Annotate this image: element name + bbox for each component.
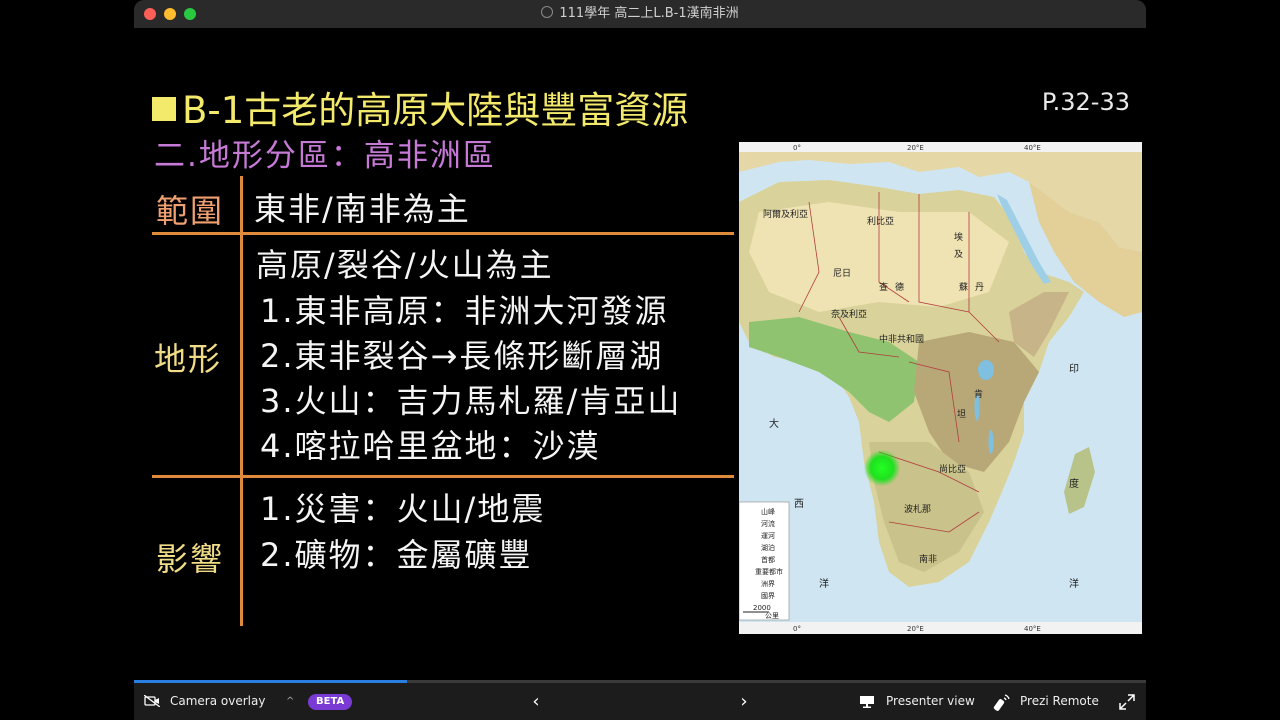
slide: B-1古老的高原大陸與豐富資源 P.32-33 二.地形分區：高非洲區 範圍 東… [134, 28, 1146, 680]
prezi-remote-button[interactable]: Prezi Remote [1020, 683, 1099, 720]
terrain-line: 2.東非裂谷→長條形斷層湖 [260, 337, 664, 375]
bullet-square-icon [152, 97, 176, 121]
map-label: 蘇 [959, 281, 968, 293]
page-reference: P.32-33 [1041, 88, 1130, 116]
presentation-window: 111學年 高二上L.B-1漢南非洲 B-1古老的高原大陸與豐富資源 P.32-… [134, 0, 1146, 720]
map-label: 查 [879, 281, 888, 293]
table-divider-vertical [240, 176, 243, 626]
laser-pointer-icon [864, 450, 900, 486]
lon-label: 20°E [907, 625, 924, 633]
map-scale-unit: 公里 [765, 612, 779, 620]
legend-item: 洲界 [761, 580, 775, 588]
map-label: 利比亞 [867, 215, 894, 227]
title-bar: 111學年 高二上L.B-1漢南非洲 [134, 0, 1146, 29]
map-label: 中非共和國 [879, 333, 924, 345]
map-graphic: 0° 20°E 40°E 0° 20°E 40°E 阿爾及利亞 利比亞 埃 及 … [739, 142, 1142, 634]
impact-line: 2.礦物：金屬礦豐 [260, 536, 533, 574]
map-label: 西 [794, 499, 804, 510]
legend-item: 河流 [761, 519, 775, 528]
map-scale: 2000 [753, 604, 771, 612]
map-label: 及 [954, 249, 963, 260]
beta-badge: BETA [308, 694, 353, 710]
chevron-up-icon[interactable]: ^ [286, 683, 294, 720]
terrain-line: 4.喀拉哈里盆地：沙漠 [260, 427, 601, 465]
terrain-line: 1.東非高原：非洲大河發源 [260, 292, 669, 330]
map-label: 度 [1069, 477, 1079, 490]
range-text: 東非/南非為主 [254, 190, 471, 228]
terrain-line: 高原/裂谷/火山為主 [256, 246, 554, 284]
legend-item: 重要都市 [755, 567, 783, 576]
map-label: 尚比亞 [939, 463, 966, 475]
map-label: 阿爾及利亞 [763, 208, 808, 220]
map-label: 大 [769, 417, 779, 430]
lon-label: 20°E [907, 144, 924, 152]
previous-slide-button[interactable]: ‹ [526, 692, 546, 712]
camera-off-icon[interactable] [144, 695, 160, 707]
impact-line: 1.災害：火山/地震 [260, 490, 546, 528]
presenter-view-button[interactable]: Presenter view [886, 683, 975, 720]
table-divider-1 [152, 232, 734, 235]
lon-label: 40°E [1024, 144, 1041, 152]
fullscreen-icon[interactable] [1119, 694, 1135, 710]
map-label: 埃 [954, 231, 963, 243]
map-label: 波札那 [904, 503, 931, 515]
legend-item: 國界 [761, 592, 775, 600]
map-label: 洋 [1069, 577, 1079, 590]
lon-label: 0° [793, 144, 801, 152]
map-label: 印 [1069, 363, 1079, 375]
lon-label: 0° [793, 625, 801, 633]
map-label: 肯 [974, 388, 983, 400]
map-label: 洋 [819, 577, 829, 590]
presenter-view-icon [860, 696, 874, 708]
slide-title: B-1古老的高原大陸與豐富資源 [152, 80, 688, 134]
next-slide-button[interactable]: › [734, 692, 754, 712]
row-label-impact: 影響 [156, 540, 225, 578]
row-label-range: 範圍 [156, 192, 225, 230]
window-title: 111學年 高二上L.B-1漢南非洲 [134, 0, 1146, 28]
terrain-line: 3.火山：吉力馬札羅/肯亞山 [260, 382, 682, 420]
presenter-toolbar: Camera overlay ^ BETA ‹ › Presenter view… [134, 683, 1146, 720]
row-label-terrain: 地形 [154, 340, 223, 378]
remote-icon [993, 694, 1010, 711]
map-label: 南非 [919, 553, 937, 565]
legend-item: 山峰 [761, 507, 775, 516]
legend-item: 湖泊 [761, 543, 775, 552]
slide-subtitle: 二.地形分區：高非洲區 [154, 138, 496, 174]
map-label: 丹 [975, 282, 984, 293]
map-label: 德 [895, 281, 904, 293]
legend-item: 首都 [761, 555, 775, 564]
record-icon [541, 6, 554, 18]
africa-map: 0° 20°E 40°E 0° 20°E 40°E 阿爾及利亞 利比亞 埃 及 … [739, 142, 1142, 634]
table-divider-2 [152, 475, 734, 478]
map-label: 尼日 [833, 268, 851, 279]
lon-label: 40°E [1024, 625, 1041, 633]
map-label: 奈及利亞 [831, 308, 867, 320]
map-label: 坦 [957, 409, 966, 420]
legend-item: 運河 [761, 531, 775, 540]
camera-overlay-button[interactable]: Camera overlay [170, 683, 265, 720]
